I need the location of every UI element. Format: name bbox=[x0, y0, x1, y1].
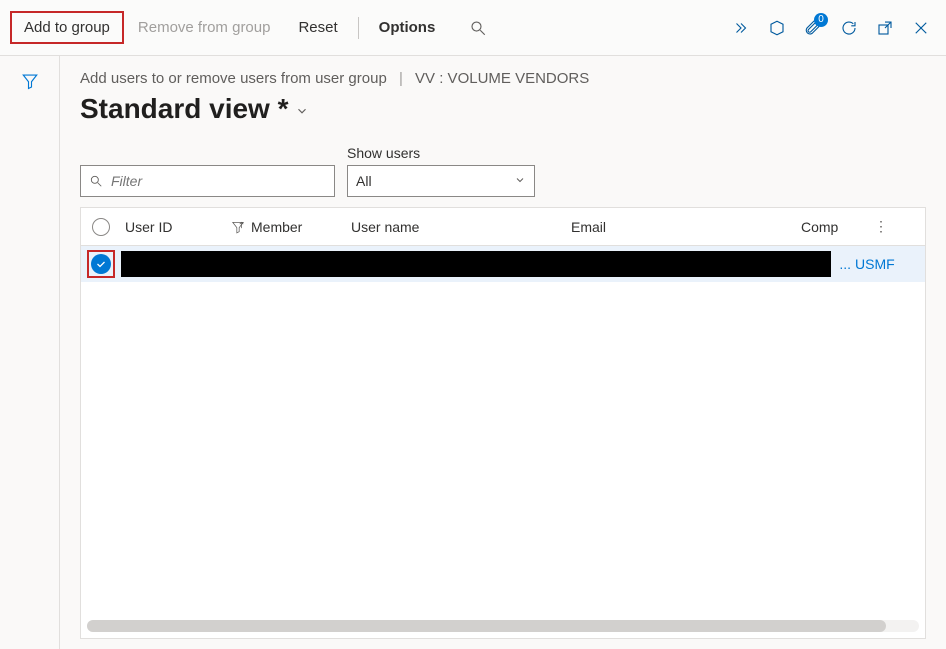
data-grid: User ID Member User name Email Comp ⋮ bbox=[80, 207, 926, 639]
refresh-icon[interactable] bbox=[838, 17, 860, 39]
col-user-name[interactable]: User name bbox=[351, 219, 571, 235]
col-email[interactable]: Email bbox=[571, 219, 801, 235]
filter-pane-icon[interactable] bbox=[19, 70, 41, 92]
view-title-text: Standard view * bbox=[80, 93, 289, 125]
show-users-group: Show users All bbox=[347, 145, 535, 197]
column-filter-icon[interactable] bbox=[231, 220, 245, 234]
add-to-group-button[interactable]: Add to group bbox=[10, 11, 124, 44]
row-company: USMF bbox=[855, 256, 925, 272]
view-selector[interactable]: Standard view * bbox=[80, 93, 926, 125]
attachments-badge: 0 bbox=[814, 13, 828, 27]
grid-body: ... USMF bbox=[81, 246, 925, 614]
scrollbar-thumb[interactable] bbox=[87, 620, 886, 632]
select-all-circle[interactable] bbox=[92, 218, 110, 236]
main-content: Add users to or remove users from user g… bbox=[60, 56, 946, 649]
chevron-down-icon bbox=[514, 174, 526, 189]
row-truncated-indicator: ... bbox=[835, 256, 855, 272]
page-options-icon[interactable] bbox=[766, 17, 788, 39]
remove-from-group-button: Remove from group bbox=[124, 11, 285, 44]
toolbar-right: 0 bbox=[730, 17, 936, 39]
row-checked-icon[interactable] bbox=[91, 254, 111, 274]
filter-input-wrap[interactable] bbox=[80, 165, 335, 197]
col-user-id[interactable]: User ID bbox=[121, 219, 251, 235]
col-company[interactable]: Comp bbox=[801, 219, 871, 235]
row-redacted-content bbox=[121, 251, 831, 277]
controls-row: Show users All bbox=[80, 145, 926, 197]
breadcrumb-text: Add users to or remove users from user g… bbox=[80, 70, 387, 87]
body: Add users to or remove users from user g… bbox=[0, 56, 946, 649]
left-rail bbox=[0, 56, 60, 649]
related-info-icon[interactable] bbox=[730, 17, 752, 39]
breadcrumb-context: VV : VOLUME VENDORS bbox=[415, 70, 589, 87]
options-button[interactable]: Options bbox=[365, 11, 450, 44]
breadcrumb-separator: | bbox=[399, 70, 403, 87]
show-users-value: All bbox=[356, 173, 372, 189]
select-all-cell[interactable] bbox=[81, 218, 121, 236]
popout-icon[interactable] bbox=[874, 17, 896, 39]
horizontal-scrollbar[interactable] bbox=[87, 620, 919, 632]
breadcrumb: Add users to or remove users from user g… bbox=[80, 70, 926, 87]
toolbar-left: Add to group Remove from group Reset Opt… bbox=[10, 11, 489, 44]
search-icon bbox=[89, 174, 103, 188]
chevron-down-icon bbox=[295, 104, 309, 121]
row-select-highlight bbox=[87, 250, 115, 278]
col-user-id-label: User ID bbox=[125, 219, 172, 235]
toolbar: Add to group Remove from group Reset Opt… bbox=[0, 0, 946, 56]
table-row[interactable]: ... USMF bbox=[81, 246, 925, 282]
col-more[interactable]: ⋮ bbox=[871, 218, 891, 235]
show-users-dropdown[interactable]: All bbox=[347, 165, 535, 197]
grid-header: User ID Member User name Email Comp ⋮ bbox=[81, 208, 925, 246]
close-icon[interactable] bbox=[910, 17, 932, 39]
reset-button[interactable]: Reset bbox=[284, 11, 351, 44]
show-users-label: Show users bbox=[347, 145, 535, 161]
attachments-icon[interactable]: 0 bbox=[802, 17, 824, 39]
col-member[interactable]: Member bbox=[251, 219, 351, 235]
row-select-cell[interactable] bbox=[81, 250, 121, 278]
toolbar-separator bbox=[358, 17, 359, 39]
filter-input[interactable] bbox=[109, 172, 326, 190]
search-icon[interactable] bbox=[467, 17, 489, 39]
